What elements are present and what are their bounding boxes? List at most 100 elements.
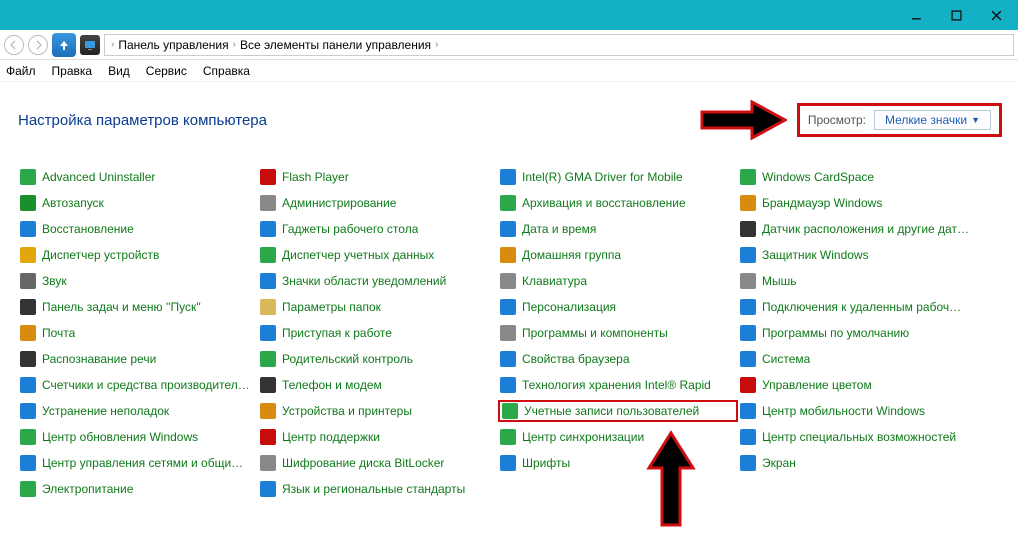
view-mode-box: Просмотр: Мелкие значки ▼ [797,103,1002,137]
item-icon [260,429,276,445]
control-panel-item[interactable]: Advanced Uninstaller [18,166,258,188]
item-label: Диспетчер устройств [42,248,159,262]
control-panel-item[interactable]: Экран [738,452,978,474]
control-panel-item[interactable]: Технология хранения Intel® Rapid [498,374,738,396]
control-panel-item[interactable]: Программы по умолчанию [738,322,978,344]
item-icon [500,377,516,393]
control-panel-item[interactable]: Значки области уведомлений [258,270,498,292]
control-panel-item[interactable]: Программы и компоненты [498,322,738,344]
forward-button[interactable] [28,35,48,55]
item-label: Подключения к удаленным рабоч… [762,300,961,314]
control-panel-item[interactable]: Родительский контроль [258,348,498,370]
control-panel-item[interactable]: Звук [18,270,258,292]
control-panel-item[interactable]: Устранение неполадок [18,400,258,422]
item-icon [502,403,518,419]
control-panel-item[interactable]: Восстановление [18,218,258,240]
breadcrumb-segment[interactable]: Панель управления [118,38,228,52]
menu-file[interactable]: Файл [6,64,36,78]
back-button[interactable] [4,35,24,55]
control-panel-item[interactable]: Мышь [738,270,978,292]
item-icon [740,351,756,367]
menu-edit[interactable]: Правка [52,64,93,78]
control-panel-item[interactable]: Распознавание речи [18,348,258,370]
control-panel-item[interactable]: Шифрование диска BitLocker [258,452,498,474]
item-label: Диспетчер учетных данных [282,248,434,262]
control-panel-item[interactable]: Администрирование [258,192,498,214]
item-icon [500,247,516,263]
control-panel-item[interactable]: Диспетчер учетных данных [258,244,498,266]
chevron-right-icon: › [111,39,114,50]
header: Настройка параметров компьютера Просмотр… [0,82,1018,158]
items-grid: Advanced UninstallerFlash PlayerIntel(R)… [0,158,1018,508]
control-panel-item[interactable]: Шрифты [498,452,738,474]
menu-view[interactable]: Вид [108,64,130,78]
chevron-down-icon: ▼ [971,115,980,125]
control-panel-item[interactable]: Центр обновления Windows [18,426,258,448]
minimize-button[interactable] [896,2,936,28]
control-panel-item[interactable]: Датчик расположения и другие дат… [738,218,978,240]
close-button[interactable] [976,2,1016,28]
item-label: Администрирование [282,196,396,210]
control-panel-item[interactable]: Защитник Windows [738,244,978,266]
control-panel-item[interactable]: Телефон и модем [258,374,498,396]
titlebar [0,0,1018,30]
control-panel-item[interactable]: Почта [18,322,258,344]
maximize-button[interactable] [936,2,976,28]
item-icon [20,481,36,497]
control-panel-item[interactable]: Windows CardSpace [738,166,978,188]
control-panel-item[interactable]: Устройства и принтеры [258,400,498,422]
control-panel-item[interactable]: Дата и время [498,218,738,240]
control-panel-item[interactable]: Персонализация [498,296,738,318]
control-panel-item[interactable]: Гаджеты рабочего стола [258,218,498,240]
item-label: Персонализация [522,300,616,314]
control-panel-item[interactable]: Счетчики и средства производител… [18,374,258,396]
menu-service[interactable]: Сервис [146,64,187,78]
control-panel-item[interactable]: Приступая к работе [258,322,498,344]
control-panel-item[interactable]: Центр управления сетями и общи… [18,452,258,474]
up-button[interactable] [52,33,76,57]
item-icon [740,195,756,211]
control-panel-item[interactable]: Архивация и восстановление [498,192,738,214]
control-panel-item[interactable]: Управление цветом [738,374,978,396]
control-panel-item[interactable]: Свойства браузера [498,348,738,370]
item-label: Центр поддержки [282,430,380,444]
item-label: Устройства и принтеры [282,404,412,418]
control-panel-item[interactable]: Электропитание [18,478,258,500]
control-panel-item[interactable]: Система [738,348,978,370]
item-label: Учетные записи пользователей [524,404,699,418]
item-label: Родительский контроль [282,352,413,366]
control-panel-item[interactable]: Центр поддержки [258,426,498,448]
control-panel-item[interactable]: Центр специальных возможностей [738,426,978,448]
control-panel-item[interactable]: Flash Player [258,166,498,188]
control-panel-item[interactable]: Домашняя группа [498,244,738,266]
control-panel-item[interactable]: Язык и региональные стандарты [258,478,498,500]
control-panel-item[interactable]: Параметры папок [258,296,498,318]
control-panel-item[interactable]: Диспетчер устройств [18,244,258,266]
view-mode-value: Мелкие значки [885,113,967,127]
breadcrumb[interactable]: › Панель управления › Все элементы панел… [104,34,1014,56]
control-panel-item[interactable]: Центр синхронизации [498,426,738,448]
item-icon [740,403,756,419]
item-icon [260,169,276,185]
item-icon [740,169,756,185]
control-panel-item[interactable]: Intel(R) GMA Driver for Mobile [498,166,738,188]
control-panel-item[interactable]: Панель задач и меню ''Пуск'' [18,296,258,318]
control-panel-item[interactable]: Центр мобильности Windows [738,400,978,422]
item-icon [500,221,516,237]
item-icon [260,325,276,341]
control-panel-item[interactable]: Клавиатура [498,270,738,292]
control-panel-item[interactable]: Брандмауэр Windows [738,192,978,214]
item-icon [260,221,276,237]
breadcrumb-segment[interactable]: Все элементы панели управления [240,38,431,52]
item-icon [500,429,516,445]
view-mode-select[interactable]: Мелкие значки ▼ [874,110,991,130]
item-label: Значки области уведомлений [282,274,446,288]
item-label: Почта [42,326,75,340]
item-label: Язык и региональные стандарты [282,482,465,496]
item-label: Свойства браузера [522,352,630,366]
menu-help[interactable]: Справка [203,64,250,78]
computer-icon[interactable] [80,35,100,55]
control-panel-item[interactable]: Автозапуск [18,192,258,214]
control-panel-item[interactable]: Подключения к удаленным рабоч… [738,296,978,318]
control-panel-item[interactable]: Учетные записи пользователей [498,400,738,422]
